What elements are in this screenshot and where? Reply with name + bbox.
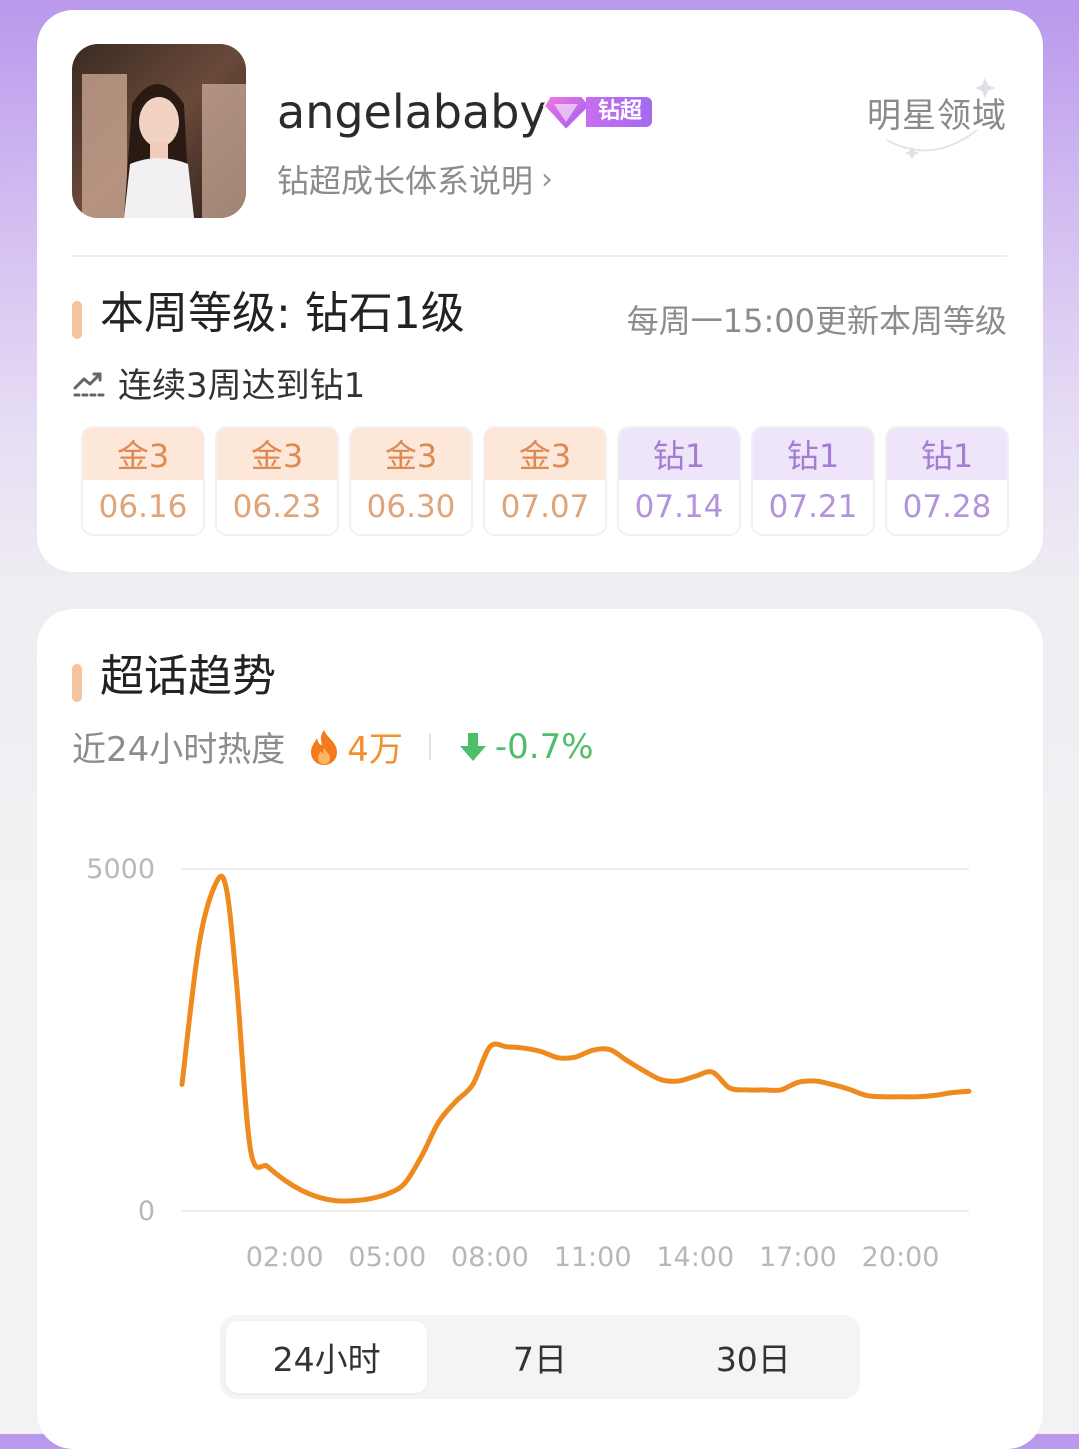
heat-summary: 近24小时热度 4万 -0.7% xyxy=(72,722,594,771)
week-date: 06.16 xyxy=(83,480,203,534)
badge-label: 钻超 xyxy=(586,97,653,127)
weekly-level-title: 本周等级: 钻石1级 xyxy=(100,288,465,339)
week-date: 07.28 xyxy=(887,480,1007,534)
divider xyxy=(72,255,1007,257)
streak-text: 连续3周达到钻1 xyxy=(118,366,366,406)
week-date: 07.14 xyxy=(619,480,739,534)
streak-row: 连续3周达到钻1 xyxy=(72,358,365,407)
tab-24h[interactable]: 24小时 xyxy=(226,1321,428,1393)
super-topic-level-card: angelababy 钻超 钻超成长体系说明 › 明星领域 本周等级: 钻石1级… xyxy=(37,10,1043,572)
separator xyxy=(428,733,431,760)
trend-title: 超话趋势 xyxy=(100,651,276,702)
weekly-level-history: 金3 06.16 金3 06.23 金3 06.30 金3 07.07 钻1 07.14 … xyxy=(81,426,1009,536)
growth-system-link[interactable]: 钻超成长体系说明 › xyxy=(277,156,553,202)
week-tile: 金3 06.30 xyxy=(349,426,473,536)
section-marker xyxy=(72,301,82,339)
week-tile: 金3 06.23 xyxy=(215,426,339,536)
x-tick-label: 14:00 xyxy=(656,1242,734,1273)
tab-30d[interactable]: 30日 xyxy=(653,1321,854,1393)
fire-icon xyxy=(311,729,338,765)
week-level: 钻1 xyxy=(753,428,873,480)
diamond-icon xyxy=(542,95,592,132)
week-level: 金3 xyxy=(83,428,203,480)
chevron-right-icon: › xyxy=(541,161,554,197)
week-date: 06.30 xyxy=(351,480,471,534)
x-tick-label: 08:00 xyxy=(451,1242,529,1273)
heat-label: 近24小时热度 xyxy=(72,730,286,770)
section-marker xyxy=(72,664,82,702)
domain-label: 明星领域 xyxy=(867,96,1007,136)
y-tick-label: 0 xyxy=(138,1196,155,1227)
x-tick-label: 11:00 xyxy=(554,1242,632,1273)
trend-up-icon xyxy=(73,372,105,396)
week-date: 06.23 xyxy=(217,480,337,534)
username: angelababy xyxy=(277,85,547,139)
heat-trend-chart: 5000 0 02:00 05:00 08:00 11:00 14:00 17:00 20:00 xyxy=(86,854,972,1273)
week-level: 金3 xyxy=(485,428,605,480)
avatar[interactable] xyxy=(72,44,246,218)
week-tile: 钻1 07.28 xyxy=(885,426,1009,536)
diamond-super-badge: 钻超 xyxy=(542,92,653,132)
week-level: 钻1 xyxy=(887,428,1007,480)
week-date: 07.07 xyxy=(485,480,605,534)
time-range-selector: 24小时 7日 30日 xyxy=(220,1315,860,1399)
week-level: 金3 xyxy=(351,428,471,480)
heat-change: -0.7% xyxy=(494,726,594,767)
x-tick-label: 17:00 xyxy=(759,1242,837,1273)
update-note: 每周一15:00更新本周等级 xyxy=(626,302,1007,340)
x-tick-label: 02:00 xyxy=(246,1242,324,1273)
week-tile: 金3 06.16 xyxy=(81,426,205,536)
heat-series-line xyxy=(179,873,972,1204)
week-level: 金3 xyxy=(217,428,337,480)
x-tick-label: 05:00 xyxy=(348,1242,426,1273)
week-tile: 钻1 07.21 xyxy=(751,426,875,536)
week-date: 07.21 xyxy=(753,480,873,534)
super-topic-trend-card: 超话趋势 近24小时热度 4万 -0.7% 5000 0 02:00 05:00 08:… xyxy=(37,609,1043,1449)
week-tile: 金3 07.07 xyxy=(483,426,607,536)
week-tile: 钻1 07.14 xyxy=(617,426,741,536)
arrow-down-icon xyxy=(459,732,486,761)
heat-value: 4万 xyxy=(347,730,403,770)
y-tick-label: 5000 xyxy=(86,854,155,885)
growth-system-label: 钻超成长体系说明 xyxy=(277,162,534,200)
tab-7d[interactable]: 7日 xyxy=(439,1321,640,1393)
week-level: 钻1 xyxy=(619,428,739,480)
x-tick-label: 20:00 xyxy=(862,1242,940,1273)
